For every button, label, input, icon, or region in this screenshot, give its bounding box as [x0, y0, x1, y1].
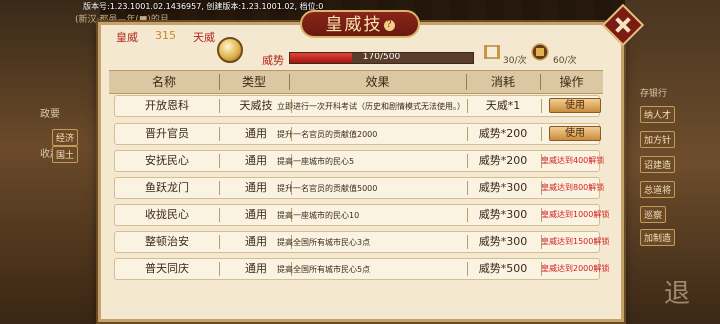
skill-name: 晋升官员	[145, 127, 189, 140]
scroll-icon[interactable]	[482, 42, 502, 62]
row-divider	[219, 154, 220, 168]
col-op: 操作	[559, 75, 584, 89]
skill-cost: 威势*300	[478, 235, 528, 248]
help-icon[interactable]: ?	[383, 20, 395, 31]
skill-cost: 威势*500	[478, 262, 528, 275]
row-divider	[219, 262, 220, 276]
row-divider	[541, 99, 542, 113]
huangwei-label: 皇威	[116, 31, 138, 44]
bg-right-button-5[interactable]: 加制造	[640, 229, 676, 246]
row-divider	[219, 99, 220, 113]
skill-name: 鱼跃龙门	[145, 181, 189, 194]
skill-name: 普天同庆	[145, 262, 189, 275]
row-divider	[219, 127, 220, 141]
skill-cost: 威势*200	[478, 127, 528, 140]
version-text: 版本号:1.23.1001.02.1436957, 创建版本:1.23.1001…	[83, 2, 324, 11]
skill-cost: 威势*200	[478, 154, 528, 167]
unlock-requirement: 皇威达到2000解锁	[541, 264, 610, 273]
row-divider	[219, 235, 220, 249]
row-divider	[219, 181, 220, 195]
bg-right-button-2[interactable]: 诏建造	[640, 156, 676, 173]
scroll-count: 30/次	[503, 56, 527, 66]
row-divider	[541, 127, 542, 141]
skill-row: 开放恩科 天威技 立即进行一次开科考试（历史和剧情模式无法使用。） 天威*1 使…	[114, 95, 601, 117]
skill-row: 安抚民心 通用 提高一座城市的民心5 威势*200 皇威达到400解锁	[114, 150, 605, 172]
unlock-requirement: 皇威达到1000解锁	[541, 210, 610, 219]
col-cost: 消耗	[490, 75, 515, 89]
skill-cost: 天威*1	[485, 99, 521, 112]
skill-name: 安抚民心	[145, 154, 189, 167]
skill-effect: 提高全国所有城市民心5点	[277, 264, 371, 274]
left-scene	[0, 0, 100, 324]
row-divider	[219, 208, 220, 222]
skill-name: 开放恩科	[145, 99, 189, 112]
bg-left-label-0[interactable]: 政要	[40, 105, 60, 120]
skill-effect: 立即进行一次开科考试（历史和剧情模式无法使用。）	[277, 101, 465, 111]
skill-row: 鱼跃龙门 通用 提升一名官员的贡献值5000 威势*300 皇威达到800解锁	[114, 177, 605, 199]
skill-cost: 威势*300	[478, 208, 528, 221]
huangwei-value: 315	[155, 29, 176, 42]
weishi-progress-text: 170/500	[362, 52, 401, 62]
bg-left-small-0[interactable]: 经济	[52, 129, 79, 146]
bg-right-button-1[interactable]: 加方针	[640, 131, 676, 148]
bg-right-button-3[interactable]: 总道将	[640, 181, 676, 198]
bg-right-button-4[interactable]: 巡察	[640, 206, 667, 223]
weishi-progress-bar: 170/500	[289, 52, 474, 64]
col-type: 类型	[241, 75, 266, 89]
table-header: 名称 类型 效果 消耗 操作	[109, 70, 603, 94]
skill-effect: 提高全国所有城市民心3点	[277, 237, 371, 247]
col-effect: 效果	[365, 75, 390, 89]
dialog-title: 皇威技?	[300, 10, 420, 38]
dialog-title-text: 皇威技	[325, 15, 383, 35]
weishi-label: 威势	[262, 54, 284, 67]
bg-right-button-0[interactable]: 纳人才	[640, 106, 676, 123]
skill-row: 普天同庆 通用 提高全国所有城市民心5点 威势*500 皇威达到2000解锁	[114, 258, 610, 280]
tianwei-coin-icon	[217, 37, 243, 63]
skill-name: 收拢民心	[145, 208, 189, 221]
unlock-requirement: 皇威达到1500解锁	[541, 237, 610, 246]
skill-row: 整顿治安 通用 提高全国所有城市民心3点 威势*300 皇威达到1500解锁	[114, 231, 610, 253]
bg-left-small-1[interactable]: 国土	[52, 146, 79, 163]
skill-effect: 提高一座城市的民心10	[277, 210, 360, 220]
bg-corner-glyph[interactable]: 退	[664, 273, 690, 310]
skill-effect: 提升一名官员的贡献值2000	[277, 129, 378, 139]
skill-effect: 提升一名官员的贡献值5000	[277, 183, 378, 193]
use-button[interactable]: 使用	[549, 98, 601, 113]
col-name: 名称	[151, 75, 176, 89]
skill-cost: 威势*300	[478, 181, 528, 194]
seal-icon[interactable]	[530, 42, 550, 62]
use-button[interactable]: 使用	[549, 126, 601, 141]
skill-row: 收拢民心 通用 提高一座城市的民心10 威势*300 皇威达到1000解锁	[114, 204, 610, 226]
unlock-requirement: 皇威达到800解锁	[541, 183, 605, 192]
seal-count: 60/次	[553, 56, 577, 66]
skill-name: 整顿治安	[145, 235, 189, 248]
unlock-requirement: 皇威达到400解锁	[541, 156, 605, 165]
skill-effect: 提高一座城市的民心5	[277, 156, 355, 166]
bg-right-top[interactable]: 存银行	[640, 86, 667, 99]
tianwei-label: 天威	[193, 31, 215, 44]
skill-row: 晋升官员 通用 提升一名官员的贡献值2000 威势*200 使用	[114, 123, 601, 145]
